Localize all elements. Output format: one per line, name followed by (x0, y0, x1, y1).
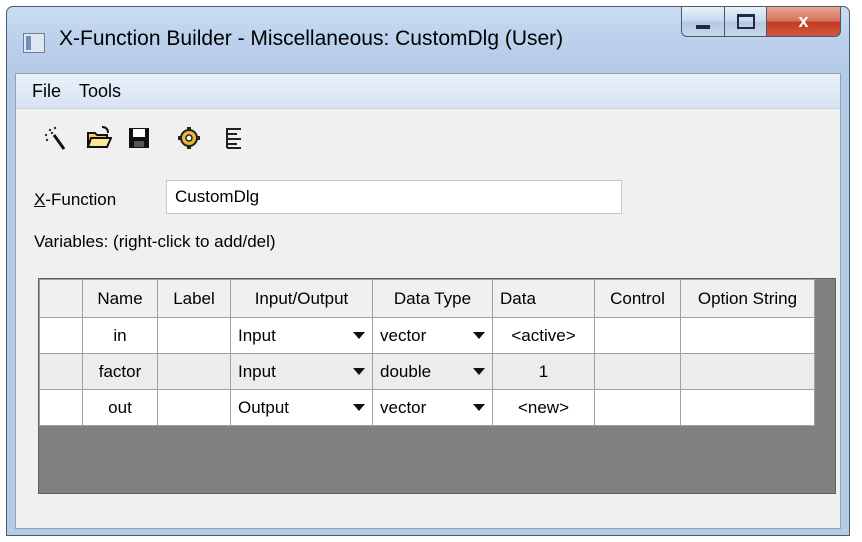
cell-control[interactable] (594, 389, 681, 426)
cell-control[interactable] (594, 353, 681, 390)
data-type-value: double (380, 361, 432, 381)
xfunction-label: X-Function (34, 190, 116, 210)
column-header-option-string[interactable]: Option String (680, 279, 815, 318)
save-disk-icon[interactable] (126, 125, 152, 151)
cell-data-type[interactable]: vector (372, 317, 493, 354)
corner-cell[interactable] (39, 279, 83, 318)
app-icon[interactable] (23, 33, 45, 53)
cell-option-string[interactable] (680, 389, 815, 426)
cell-option-string[interactable] (680, 317, 815, 354)
minimize-button[interactable] (681, 7, 725, 37)
menu-bar: File Tools (16, 74, 840, 109)
cell-label[interactable] (157, 353, 231, 390)
maximize-icon (736, 14, 755, 29)
dropdown-arrow-icon[interactable] (473, 368, 485, 375)
column-header-data[interactable]: Data (492, 279, 595, 318)
xfunction-name-input[interactable] (166, 180, 622, 214)
gear-settings-icon[interactable] (176, 125, 202, 151)
close-button[interactable]: x (767, 7, 841, 37)
table-header-row: Name Label Input/Output Data Type Data C… (39, 279, 815, 318)
row-header[interactable] (39, 317, 83, 354)
variables-label: Variables: (right-click to add/del) (34, 232, 276, 251)
window-title: X-Function Builder - Miscellaneous: Cust… (59, 27, 564, 50)
dropdown-arrow-icon[interactable] (473, 404, 485, 411)
cell-input-output[interactable]: Input (230, 353, 373, 390)
variables-table: Name Label Input/Output Data Type Data C… (39, 279, 815, 426)
toolbar (42, 122, 262, 154)
table-row: in Input vector <active> (39, 317, 815, 354)
cell-data-type[interactable]: double (372, 353, 493, 390)
variables-grid[interactable]: Name Label Input/Output Data Type Data C… (38, 278, 836, 494)
title-bar[interactable]: X-Function Builder - Miscellaneous: Cust… (7, 7, 849, 73)
input-output-value: Output (238, 397, 290, 417)
window-controls: x (681, 7, 841, 37)
input-output-value: Input (238, 361, 276, 381)
maximize-button[interactable] (725, 7, 767, 37)
cell-name[interactable]: in (82, 317, 158, 354)
input-output-value: Input (238, 325, 276, 345)
cell-data[interactable]: 1 (492, 353, 595, 390)
dropdown-arrow-icon[interactable] (353, 404, 365, 411)
column-header-label[interactable]: Label (157, 279, 231, 318)
cell-name[interactable]: out (82, 389, 158, 426)
xfunction-label-mnemonic: X (34, 190, 46, 209)
dropdown-arrow-icon[interactable] (473, 332, 485, 339)
dropdown-arrow-icon[interactable] (353, 368, 365, 375)
data-type-value: vector (380, 325, 427, 345)
cell-label[interactable] (157, 317, 231, 354)
cell-data[interactable]: <active> (492, 317, 595, 354)
data-type-value: vector (380, 397, 427, 417)
column-header-data-type[interactable]: Data Type (372, 279, 493, 318)
cell-control[interactable] (594, 317, 681, 354)
row-header[interactable] (39, 389, 83, 426)
cell-data-type[interactable]: vector (372, 389, 493, 426)
tree-view-icon[interactable] (222, 125, 248, 151)
xfunction-label-text: -Function (45, 190, 117, 209)
table-row: out Output vector <new> (39, 389, 815, 426)
column-header-input-output[interactable]: Input/Output (230, 279, 373, 318)
column-header-control[interactable]: Control (594, 279, 681, 318)
cell-name[interactable]: factor (82, 353, 158, 390)
column-header-name[interactable]: Name (82, 279, 158, 318)
close-icon: x (798, 11, 809, 31)
menu-file[interactable]: File (16, 81, 70, 102)
open-folder-icon[interactable] (86, 125, 112, 151)
menu-tools[interactable]: Tools (70, 81, 130, 102)
row-header[interactable] (39, 353, 83, 390)
cell-input-output[interactable]: Input (230, 317, 373, 354)
cell-label[interactable] (157, 389, 231, 426)
table-row: factor Input double 1 (39, 353, 815, 390)
client-area: File Tools X-Function CustomDlg Variable… (15, 73, 841, 529)
minimize-icon (696, 24, 710, 29)
xfunction-builder-window: X-Function Builder - Miscellaneous: Cust… (6, 6, 850, 536)
cell-input-output[interactable]: Output (230, 389, 373, 426)
cell-data[interactable]: <new> (492, 389, 595, 426)
dropdown-arrow-icon[interactable] (353, 332, 365, 339)
cell-option-string[interactable] (680, 353, 815, 390)
wand-icon[interactable] (42, 125, 68, 151)
